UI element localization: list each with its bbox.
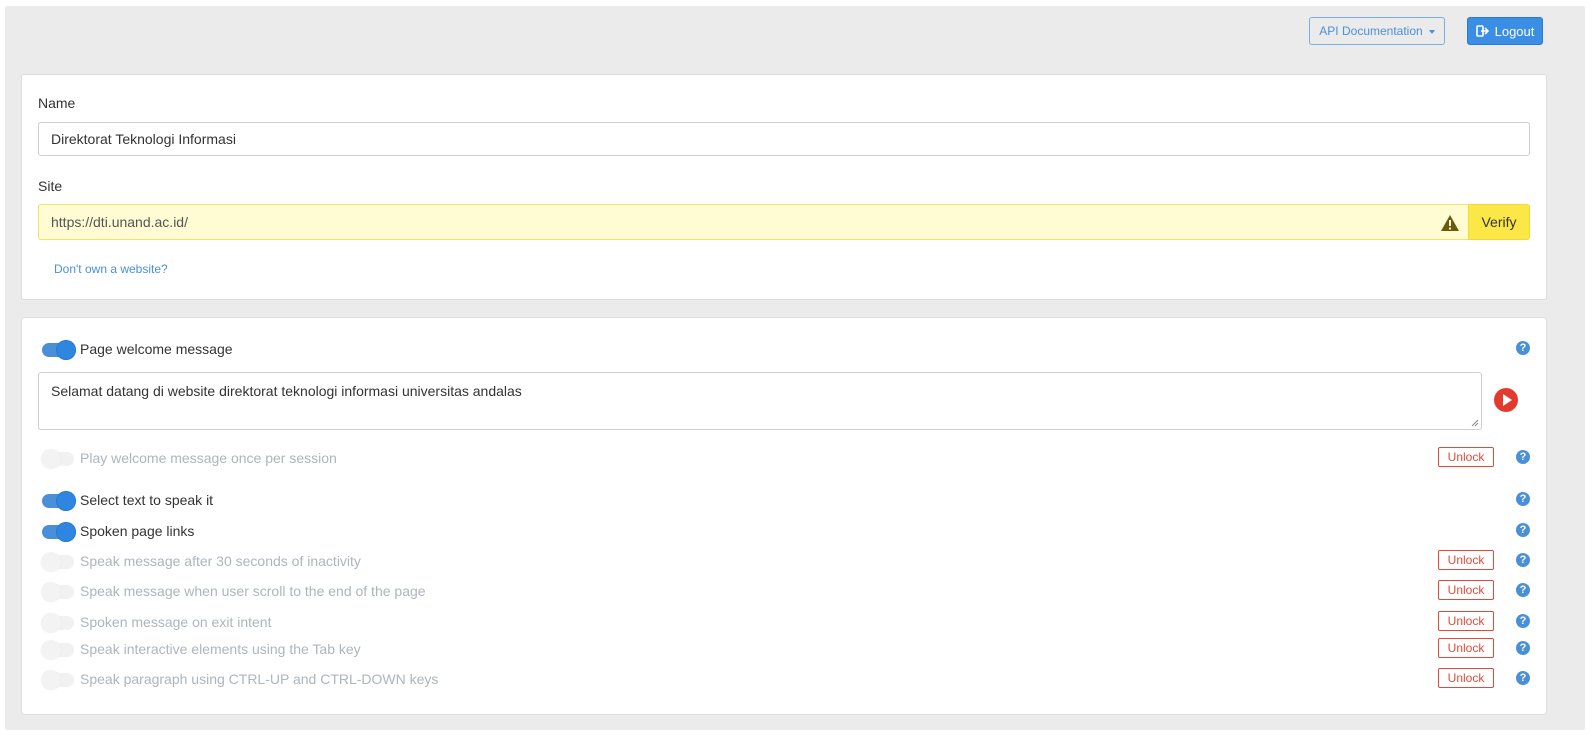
help-icon[interactable]: ? [1516,641,1530,655]
name-input-value: Direktorat Teknologi Informasi [51,131,236,147]
unlock-button[interactable]: Unlock [1438,550,1494,570]
caret-down-icon [1428,29,1435,34]
resize-handle-icon[interactable] [1471,419,1479,427]
speech-settings-card: Page welcome message ? Selamat datang di… [21,317,1547,715]
tab-key-label: Speak interactive elements using the Tab… [80,641,361,657]
site-input[interactable]: https://dti.unand.ac.id/ [38,204,1468,240]
logout-icon [1475,25,1489,37]
unlock-button[interactable]: Unlock [1438,447,1494,467]
welcome-message-label: Page welcome message [80,341,233,357]
play-once-toggle[interactable] [41,449,74,469]
ctrl-keys-label: Speak paragraph using CTRL-UP and CTRL-D… [80,671,439,687]
unlock-button[interactable]: Unlock [1438,668,1494,688]
unlock-button[interactable]: Unlock [1438,580,1494,600]
scroll-end-toggle[interactable] [41,582,74,602]
play-once-label: Play welcome message once per session [80,450,337,466]
unlock-button[interactable]: Unlock [1438,638,1494,658]
toggle-knob [56,491,76,511]
toggle-knob [56,522,76,542]
help-icon[interactable]: ? [1516,492,1530,506]
logout-button[interactable]: Logout [1467,17,1543,45]
toggle-knob [56,340,76,360]
api-documentation-label: API Documentation [1319,24,1423,38]
toggle-knob [41,613,61,633]
verify-label: Verify [1481,214,1517,230]
welcome-message-toggle[interactable] [42,340,76,360]
tab-key-toggle[interactable] [41,640,74,660]
toggle-knob [41,640,61,660]
help-icon[interactable]: ? [1516,450,1530,464]
page-frame: API Documentation Logout Name Direktorat… [5,6,1585,730]
help-icon[interactable]: ? [1516,553,1530,567]
help-icon[interactable]: ? [1516,523,1530,537]
inactivity-toggle[interactable] [41,552,74,572]
toggle-knob [41,552,61,572]
play-icon[interactable] [1494,388,1518,412]
welcome-message-textarea[interactable]: Selamat datang di website direktorat tek… [38,372,1482,430]
select-text-toggle[interactable] [42,491,76,511]
ctrl-keys-toggle[interactable] [41,670,74,690]
top-bar: API Documentation Logout [5,6,1585,66]
help-icon[interactable]: ? [1516,614,1530,628]
help-icon[interactable]: ? [1516,671,1530,685]
exit-intent-toggle[interactable] [41,613,74,633]
help-icon[interactable]: ? [1516,583,1530,597]
verify-button[interactable]: Verify [1468,204,1530,240]
unlock-button[interactable]: Unlock [1438,611,1494,631]
spoken-links-label: Spoken page links [80,523,195,539]
welcome-message-text: Selamat datang di website direktorat tek… [51,383,522,399]
site-input-group: https://dti.unand.ac.id/ Verify [38,204,1530,240]
name-label: Name [38,95,76,111]
select-text-label: Select text to speak it [80,492,214,508]
site-input-value: https://dti.unand.ac.id/ [51,214,188,230]
name-input[interactable]: Direktorat Teknologi Informasi [38,122,1530,156]
logout-label: Logout [1494,23,1535,39]
dont-own-website-link[interactable]: Don't own a website? [54,262,168,276]
spoken-links-toggle[interactable] [42,522,76,542]
help-icon[interactable]: ? [1516,341,1530,355]
toggle-knob [41,449,61,469]
toggle-knob [41,582,61,602]
scroll-end-label: Speak message when user scroll to the en… [80,583,426,599]
api-documentation-dropdown[interactable]: API Documentation [1309,17,1445,45]
inactivity-label: Speak message after 30 seconds of inacti… [80,553,361,569]
exit-intent-label: Spoken message on exit intent [80,614,272,630]
site-label: Site [38,178,63,194]
site-details-card: Name Direktorat Teknologi Informasi Site… [21,74,1547,300]
toggle-knob [41,670,61,690]
warning-icon [1441,215,1459,231]
